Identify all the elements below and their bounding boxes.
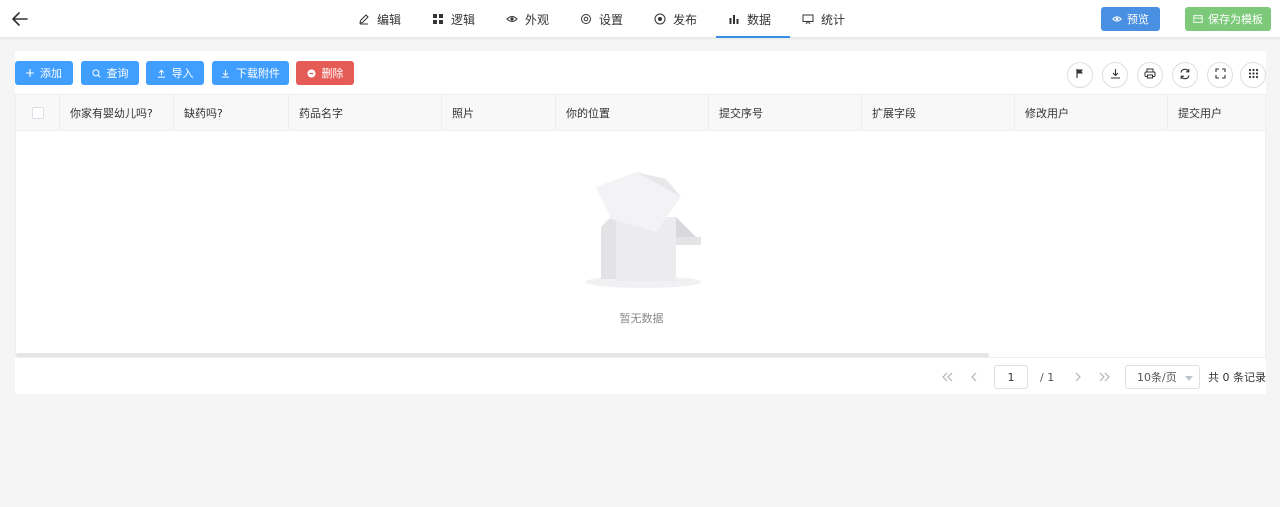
page-size-value: 10条/页	[1137, 371, 1177, 384]
prev-page-icon[interactable]	[965, 365, 983, 389]
download-icon	[221, 69, 230, 78]
fullscreen-icon	[1214, 68, 1226, 82]
search-icon	[91, 68, 101, 78]
tab-label: 编辑	[377, 12, 402, 27]
column-header[interactable]: 缺药吗?	[174, 95, 289, 131]
export-button[interactable]	[1102, 62, 1128, 88]
page-number-input[interactable]: 1	[994, 365, 1028, 389]
caret-down-icon	[1185, 376, 1193, 381]
column-header[interactable]: 照片	[442, 95, 556, 131]
save-as-template-button[interactable]: 保存为模板	[1185, 7, 1271, 31]
tab-label: 逻辑	[451, 12, 476, 27]
select-all-checkbox[interactable]	[31, 107, 44, 119]
download-attachments-button[interactable]: 下载附件	[212, 61, 289, 85]
add-button[interactable]: 添加	[15, 61, 73, 85]
upload-icon	[157, 69, 166, 78]
column-header[interactable]: 你家有婴幼儿吗?	[60, 95, 174, 131]
tab-label: 发布	[673, 12, 698, 27]
next-page-icon[interactable]	[1069, 365, 1087, 389]
tab-stats[interactable]: 统计	[790, 0, 864, 38]
fullscreen-button[interactable]	[1207, 62, 1233, 88]
apps-grid-icon	[1248, 68, 1259, 82]
column-header[interactable]: 修改用户	[1015, 95, 1168, 131]
total-records: 共 0 条记录	[1208, 371, 1266, 384]
column-header[interactable]: 提交序号	[709, 95, 862, 131]
gear-icon	[580, 13, 592, 25]
tab-label: 统计	[821, 12, 846, 27]
back-arrow-icon[interactable]	[10, 9, 30, 29]
eye-icon	[506, 13, 518, 25]
refresh-icon	[1179, 68, 1191, 83]
data-panel: 添加 查询 导入 下载附件 删除 你家有婴幼儿吗? 缺药吗? 药品名字 照片 你…	[15, 51, 1266, 394]
refresh-button[interactable]	[1172, 62, 1198, 88]
column-settings-button[interactable]	[1240, 62, 1266, 88]
download-label: 下载附件	[236, 67, 280, 80]
delete-label: 删除	[321, 67, 344, 80]
grid-icon	[432, 13, 444, 25]
query-label: 查询	[106, 67, 129, 80]
first-page-icon[interactable]	[938, 365, 956, 389]
plus-icon	[26, 69, 34, 77]
total-pages: / 1	[1040, 370, 1055, 384]
flag-button[interactable]	[1067, 62, 1093, 88]
print-button[interactable]	[1137, 62, 1163, 88]
tab-settings[interactable]: 设置	[568, 0, 642, 38]
column-header[interactable]: 扩展字段	[862, 95, 1015, 131]
page-size-select[interactable]: 10条/页	[1125, 365, 1200, 389]
tab-label: 外观	[525, 12, 550, 27]
flag-icon	[1075, 68, 1085, 82]
select-all-cell	[16, 95, 60, 131]
preview-label: 预览	[1127, 13, 1149, 26]
import-label: 导入	[171, 67, 194, 80]
empty-state: 暂无数据	[16, 131, 1265, 357]
stats-icon	[802, 13, 814, 25]
printer-icon	[1144, 68, 1156, 82]
table-header: 你家有婴幼儿吗? 缺药吗? 药品名字 照片 你的位置 提交序号 扩展字段 修改用…	[16, 95, 1265, 131]
delete-button[interactable]: 删除	[296, 61, 354, 85]
empty-box-illustration	[581, 167, 703, 289]
column-header[interactable]: 你的位置	[556, 95, 709, 131]
download-icon	[1110, 68, 1121, 82]
minus-circle-icon	[306, 68, 316, 78]
query-button[interactable]: 查询	[81, 61, 139, 85]
save-as-template-label: 保存为模板	[1208, 13, 1263, 26]
last-page-icon[interactable]	[1096, 365, 1114, 389]
tab-data[interactable]: 数据	[716, 0, 790, 38]
tab-label: 数据	[747, 12, 772, 27]
column-header[interactable]: 药品名字	[289, 95, 442, 131]
empty-text: 暂无数据	[619, 312, 664, 325]
pagination: 1 / 1 10条/页 共 0 条记录	[15, 365, 1266, 389]
column-header[interactable]: 提交用户	[1168, 95, 1265, 131]
data-table: 你家有婴幼儿吗? 缺药吗? 药品名字 照片 你的位置 提交序号 扩展字段 修改用…	[15, 94, 1266, 358]
main-tabs: 编辑 逻辑 外观 设置 发布 数据 统计	[346, 0, 864, 38]
add-label: 添加	[40, 67, 62, 80]
tab-publish[interactable]: 发布	[642, 0, 716, 38]
preview-button[interactable]: 预览	[1101, 7, 1160, 31]
horizontal-scrollbar[interactable]	[16, 353, 989, 357]
pencil-icon	[358, 13, 370, 25]
eye-icon	[1112, 14, 1122, 24]
tab-appearance[interactable]: 外观	[494, 0, 568, 38]
tab-logic[interactable]: 逻辑	[420, 0, 494, 38]
top-header: 编辑 逻辑 外观 设置 发布 数据 统计 预览 保存为模板	[0, 0, 1280, 38]
bar-chart-icon	[728, 13, 740, 25]
tab-label: 设置	[599, 12, 624, 27]
publish-icon	[654, 13, 666, 25]
template-icon	[1193, 14, 1203, 24]
import-button[interactable]: 导入	[146, 61, 204, 85]
tab-edit[interactable]: 编辑	[346, 0, 420, 38]
